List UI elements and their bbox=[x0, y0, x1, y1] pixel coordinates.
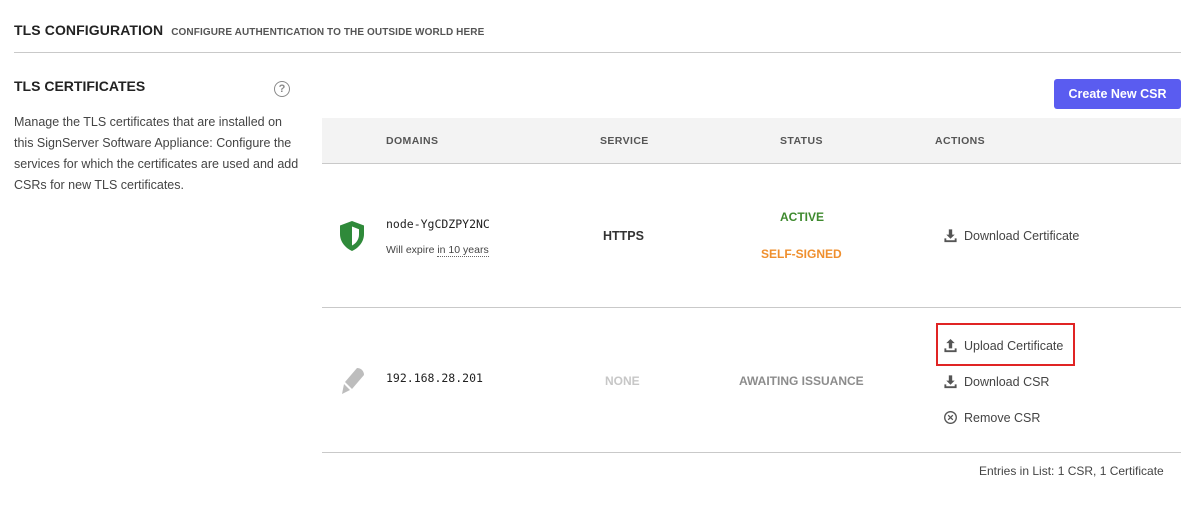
download-csr-button[interactable]: Download CSR bbox=[943, 374, 1049, 389]
section-description: Manage the TLS certificates that are ins… bbox=[14, 115, 299, 192]
remove-circle-icon bbox=[944, 411, 957, 424]
page-header: TLS CONFIGURATION CONFIGURE AUTHENTICATI… bbox=[14, 22, 1181, 53]
expiry-value: in 10 years bbox=[437, 244, 489, 257]
table-row: node-YgCDZPY2NC Will expire in 10 years … bbox=[322, 164, 1181, 308]
shield-icon bbox=[338, 220, 366, 257]
page-title: TLS CONFIGURATION bbox=[14, 22, 164, 38]
remove-csr-button[interactable]: Remove CSR bbox=[943, 410, 1040, 425]
download-certificate-label: Download Certificate bbox=[964, 228, 1080, 243]
domain-name: node-YgCDZPY2NC bbox=[386, 217, 490, 231]
upload-certificate-button[interactable]: Upload Certificate bbox=[943, 338, 1063, 353]
download-csr-label: Download CSR bbox=[964, 374, 1050, 389]
status-badge-awaiting: AWAITING ISSUANCE bbox=[739, 374, 864, 388]
expiry-prefix: Will expire bbox=[386, 244, 438, 256]
entries-count: Entries in List: 1 CSR, 1 Certificate bbox=[979, 464, 1164, 478]
status-badge-active: ACTIVE bbox=[780, 210, 825, 224]
create-new-csr-button[interactable]: Create New CSR bbox=[1054, 79, 1181, 109]
table-header: DOMAINS SERVICE STATUS ACTIONS bbox=[322, 118, 1181, 164]
side-panel: TLS CERTIFICATES ? Manage the TLS certif… bbox=[14, 78, 298, 192]
download-certificate-button[interactable]: Download Certificate bbox=[943, 228, 1079, 243]
upload-certificate-label: Upload Certificate bbox=[964, 338, 1064, 353]
expiry-text: Will expire in 10 years bbox=[386, 244, 489, 257]
remove-csr-label: Remove CSR bbox=[964, 410, 1041, 425]
domain-name: 192.168.28.201 bbox=[386, 371, 483, 385]
service-value: HTTPS bbox=[603, 229, 644, 243]
download-icon bbox=[944, 229, 957, 243]
column-header-domains: DOMAINS bbox=[386, 135, 439, 147]
column-header-service: SERVICE bbox=[600, 135, 649, 147]
upload-icon bbox=[944, 338, 957, 353]
table-row: 192.168.28.201 NONE AWAITING ISSUANCE Up… bbox=[322, 308, 1181, 453]
section-title: TLS CERTIFICATES bbox=[14, 78, 146, 94]
service-value: NONE bbox=[605, 374, 640, 388]
column-header-actions: ACTIONS bbox=[935, 135, 986, 147]
download-icon bbox=[944, 375, 957, 389]
status-badge-self-signed: SELF-SIGNED bbox=[761, 247, 842, 261]
page-subtitle: CONFIGURE AUTHENTICATION TO THE OUTSIDE … bbox=[171, 27, 485, 38]
help-icon[interactable]: ? bbox=[274, 81, 290, 97]
column-header-status: STATUS bbox=[780, 135, 823, 147]
certificates-table: DOMAINS SERVICE STATUS ACTIONS node-YgCD… bbox=[322, 118, 1181, 453]
pen-icon bbox=[338, 366, 366, 401]
